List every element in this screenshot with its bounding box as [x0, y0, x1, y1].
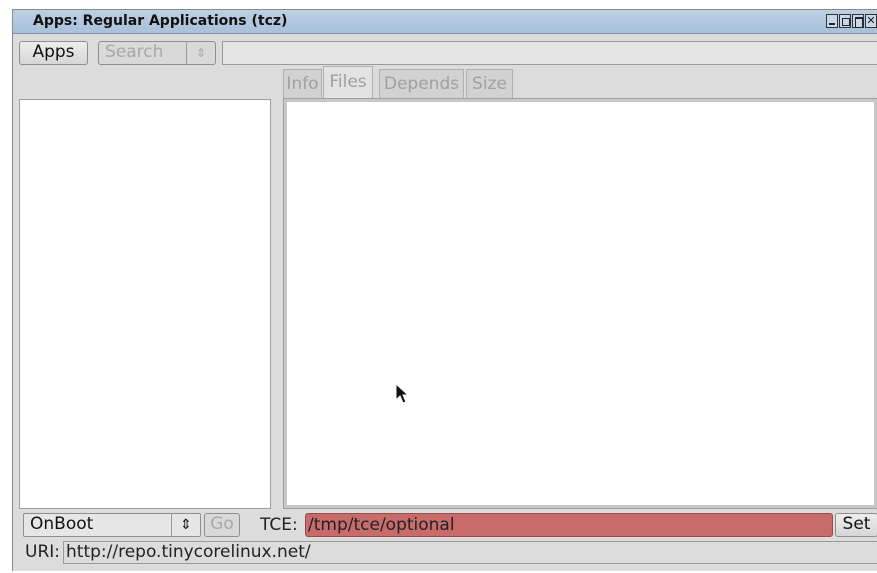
tab-content-frame	[283, 98, 877, 509]
tab-info[interactable]: Info	[283, 69, 322, 99]
tab-info-label: Info	[286, 74, 319, 94]
tab-size-label: Size	[472, 74, 507, 94]
set-button-label: Set	[842, 514, 871, 534]
go-button[interactable]: Go	[204, 513, 240, 537]
select-arrows-icon: ⇕	[171, 514, 200, 536]
tce-path-value: /tmp/tce/optional	[308, 515, 455, 535]
uri-value: http://repo.tinycorelinux.net/	[66, 542, 311, 562]
maximize-icon[interactable]	[852, 14, 864, 28]
search-input[interactable]	[222, 41, 877, 65]
tab-depends-label: Depends	[383, 74, 460, 94]
extension-list[interactable]	[19, 99, 271, 509]
tab-size[interactable]: Size	[466, 69, 513, 99]
mouse-pointer-icon	[395, 383, 410, 404]
search-select-label: Search	[105, 42, 164, 62]
set-button[interactable]: Set	[835, 513, 877, 537]
uri-input[interactable]: http://repo.tinycorelinux.net/	[63, 541, 877, 564]
files-list[interactable]	[287, 102, 874, 505]
window-title: Apps: Regular Applications (tcz)	[33, 13, 288, 29]
close-icon[interactable]: ✕	[865, 14, 877, 28]
tab-files[interactable]: Files	[323, 66, 373, 99]
tab-depends[interactable]: Depends	[379, 69, 464, 99]
apps-menu-label: Apps	[32, 42, 75, 62]
tab-files-label: Files	[329, 72, 367, 92]
minimize-icon[interactable]	[826, 14, 838, 28]
title-bar[interactable]: Apps: Regular Applications (tcz) ✕	[13, 10, 877, 34]
window-controls: ✕	[826, 14, 877, 28]
go-button-label: Go	[210, 514, 234, 534]
restore-icon[interactable]	[839, 14, 851, 28]
app-window: Apps: Regular Applications (tcz) ✕ Apps …	[12, 9, 877, 571]
tce-path-input[interactable]: /tmp/tce/optional	[305, 513, 833, 537]
mode-select[interactable]: OnBoot ⇕	[23, 513, 201, 537]
apps-menu-button[interactable]: Apps	[19, 41, 88, 65]
mode-select-value: OnBoot	[30, 514, 94, 534]
search-select[interactable]: Search ⇕	[98, 41, 216, 65]
tce-label: TCE:	[260, 515, 298, 535]
select-arrows-icon: ⇕	[186, 42, 215, 64]
uri-label: URI:	[25, 542, 60, 562]
